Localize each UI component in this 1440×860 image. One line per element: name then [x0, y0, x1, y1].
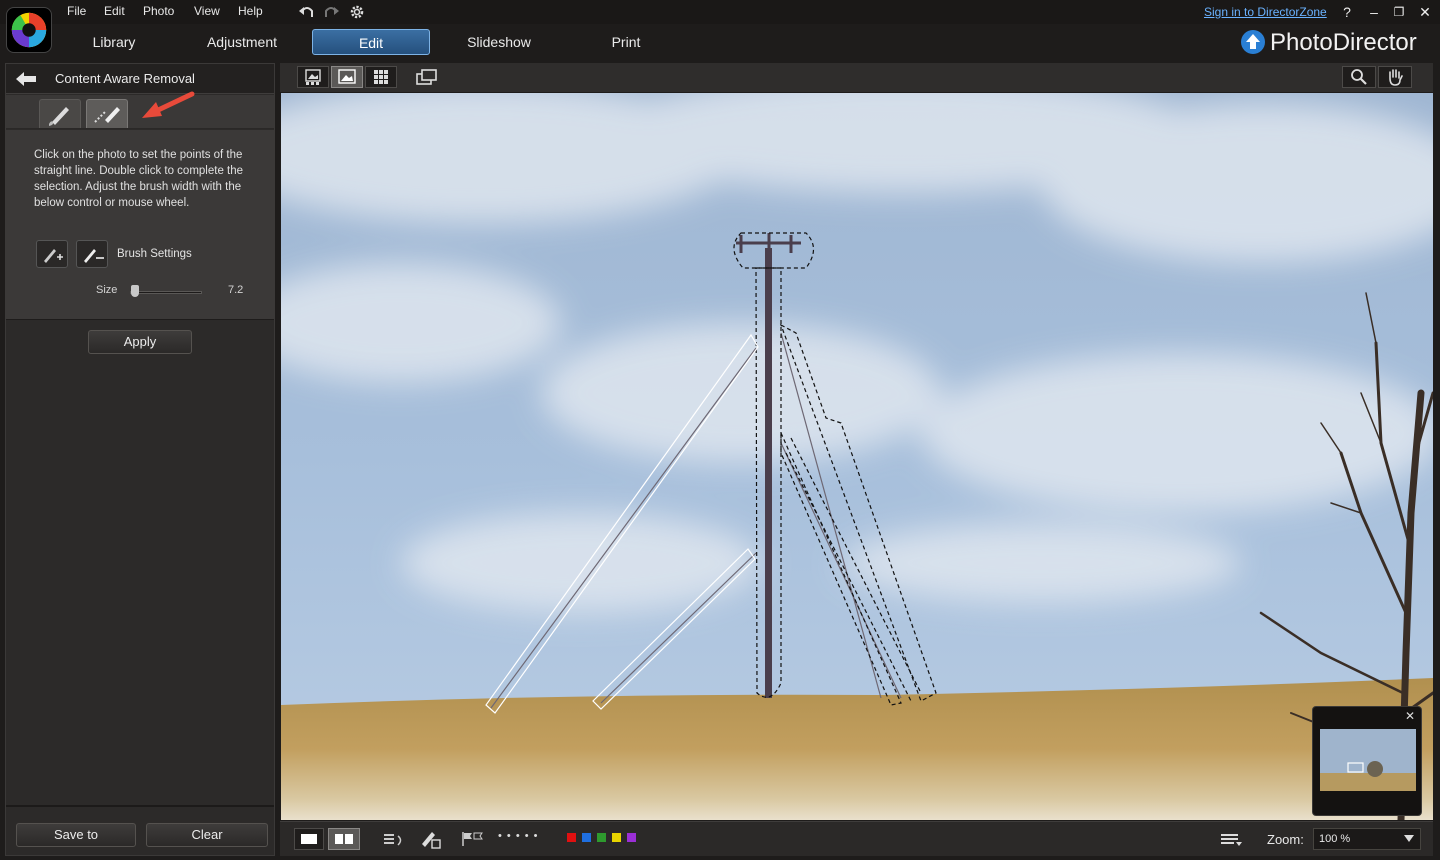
brush-settings-label: Brush Settings [117, 248, 192, 260]
zoom-label: Zoom: [1267, 832, 1304, 847]
navigator-close-icon[interactable]: ✕ [1405, 709, 1415, 723]
field [281, 678, 1433, 820]
restore-button[interactable]: ❐ [1390, 3, 1408, 21]
bottom-toolbar: • • • • • Zoom: 100 % [280, 821, 1433, 856]
single-photo-icon [301, 834, 317, 844]
size-value: 7.2 [228, 284, 244, 296]
minimize-button[interactable]: – [1365, 3, 1383, 21]
sign-in-link[interactable]: Sign in to DirectorZone [1204, 5, 1327, 19]
label-blue[interactable] [582, 833, 591, 842]
brush-add-icon [44, 249, 63, 263]
zoom-tool-button[interactable] [1342, 66, 1376, 88]
menu-edit[interactable]: Edit [104, 4, 125, 18]
menu-file[interactable]: File [67, 4, 86, 18]
menu-help[interactable]: Help [238, 4, 263, 18]
hand-icon [1389, 69, 1403, 86]
flag-icon[interactable] [460, 830, 486, 848]
view-grid-button[interactable] [365, 66, 397, 88]
app-window: File Edit Photo View Help Sign in to Dir… [0, 0, 1440, 860]
erase-brush-button[interactable] [76, 240, 108, 268]
label-red[interactable] [567, 833, 576, 842]
compare-photo-view-button[interactable] [328, 828, 360, 850]
view-filmstrip-button[interactable] [297, 66, 329, 88]
module-tabs: Library Adjustment Edit Slideshow Print [0, 24, 1440, 62]
clear-button[interactable]: Clear [146, 823, 268, 847]
panel-title: Content Aware Removal [55, 71, 195, 86]
tab-library[interactable]: Library [72, 29, 156, 55]
size-slider-track[interactable] [130, 291, 202, 294]
label-green[interactable] [597, 833, 606, 842]
tool-options: Click on the photo to set the points of … [6, 130, 274, 320]
undo-icon[interactable] [298, 3, 316, 21]
compare-view-icon[interactable] [415, 68, 439, 88]
gear-icon[interactable] [348, 3, 366, 21]
info-list-icon[interactable] [1218, 830, 1244, 850]
apply-button[interactable]: Apply [88, 330, 192, 354]
menu-view[interactable]: View [194, 4, 220, 18]
tab-slideshow[interactable]: Slideshow [455, 29, 543, 55]
brand-name: PhotoDirector [1270, 29, 1417, 56]
navigator-panel[interactable]: ✕ [1312, 706, 1422, 816]
brush-remove-icon [84, 249, 104, 263]
red-annotation-arrow-icon [142, 91, 195, 118]
back-arrow-icon[interactable] [12, 69, 40, 89]
tab-brush-tool[interactable] [39, 99, 81, 128]
single-view-icon [338, 69, 356, 84]
label-purple[interactable] [627, 833, 636, 842]
chevron-down-icon [1404, 835, 1414, 842]
single-photo-view-button[interactable] [294, 828, 324, 850]
viewer-toolbar [280, 63, 1433, 92]
zoom-value: 100 % [1319, 833, 1351, 845]
save-to-button[interactable]: Save to [16, 823, 136, 847]
view-single-button[interactable] [331, 66, 363, 88]
edit-tag-icon[interactable] [418, 828, 442, 850]
brush-icon [49, 107, 69, 126]
tab-print[interactable]: Print [596, 29, 656, 55]
tab-adjustment[interactable]: Adjustment [196, 29, 288, 55]
tab-edit[interactable]: Edit [312, 29, 430, 55]
menu-bar: File Edit Photo View Help Sign in to Dir… [0, 0, 1440, 24]
add-brush-button[interactable] [36, 240, 68, 268]
instructions-text: Click on the photo to set the points of … [34, 149, 244, 209]
rotate-icon[interactable] [380, 830, 406, 850]
close-button[interactable]: ✕ [1416, 3, 1434, 21]
navigator-thumbnail [1320, 729, 1416, 791]
size-slider-thumb[interactable] [131, 285, 140, 297]
label-yellow[interactable] [612, 833, 621, 842]
grid-view-icon [374, 70, 388, 84]
rating-dots[interactable]: • • • • • [498, 830, 538, 842]
redo-icon[interactable] [322, 3, 340, 21]
help-button[interactable]: ? [1338, 3, 1356, 21]
left-panel: Content Aware Removal Click on the photo… [5, 63, 275, 856]
panel-footer: Save to Clear [6, 805, 274, 855]
photo-canvas[interactable] [281, 93, 1433, 820]
zoom-select[interactable]: 100 % [1313, 828, 1421, 850]
line-brush-icon [94, 107, 120, 123]
magnifier-icon [1351, 69, 1367, 85]
utility-pole [765, 248, 772, 698]
pan-tool-button[interactable] [1378, 66, 1412, 88]
compare-photo-icon [335, 834, 353, 844]
filmstrip-view-icon [305, 69, 321, 85]
menu-photo[interactable]: Photo [143, 4, 174, 18]
tab-line-tool[interactable] [86, 99, 128, 128]
size-label: Size [96, 284, 118, 296]
upload-arrow-icon [1241, 30, 1265, 54]
